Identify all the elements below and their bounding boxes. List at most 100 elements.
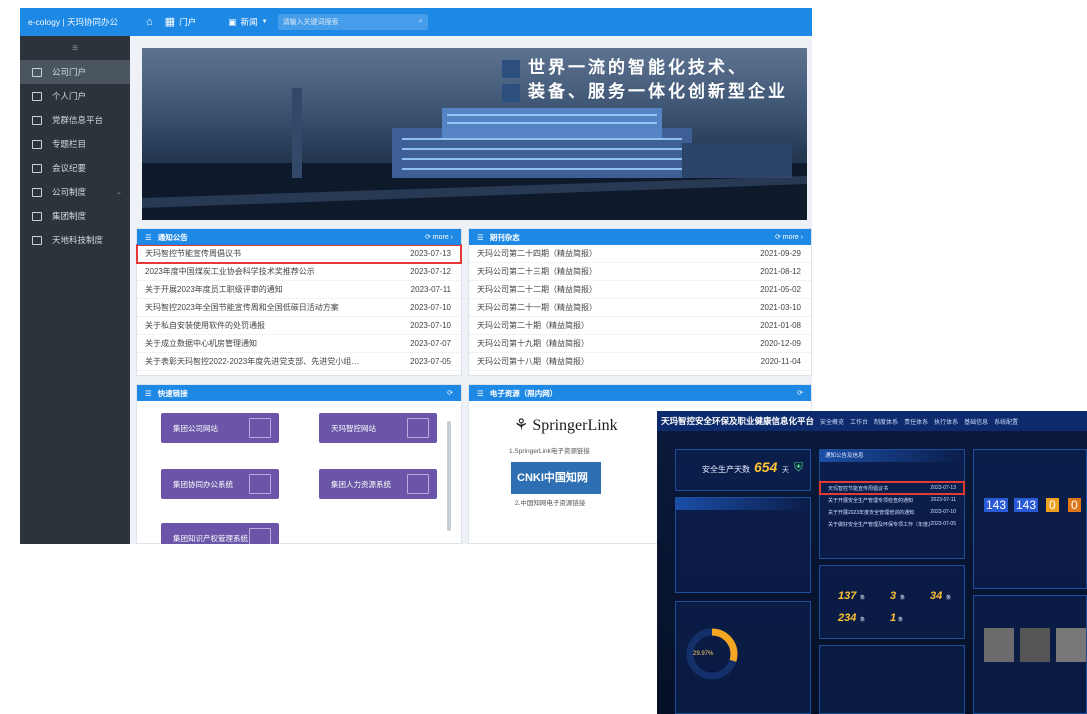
list-item[interactable]: 天玛智控节能宣传周倡议书 2023-07-13 bbox=[136, 244, 462, 264]
app-brand: e-cology | 天玛协同办公 bbox=[28, 17, 119, 27]
list-item[interactable]: 关于表彰天玛智控2022-2023年度先进党支部、先进党小组、优秀共产...20… bbox=[137, 353, 461, 371]
dash-notice-item[interactable]: 关于开展2023年度安全管理培训的通知 2023-07-10 bbox=[820, 506, 964, 518]
safety-dashboard-window: 天玛智控安全环保及职业健康信息化平台 安全概览 工作台 制度体系 责任体系 执行… bbox=[657, 411, 1087, 714]
ring-percent: 29.97% bbox=[693, 651, 714, 657]
menu-item[interactable]: 基础信息 bbox=[964, 417, 988, 426]
list-icon: ☰ bbox=[145, 388, 152, 398]
chevron-down-icon[interactable]: ⌄ bbox=[116, 188, 122, 196]
more-link[interactable]: ⟳ more › bbox=[775, 233, 803, 241]
stat-unit: 条 bbox=[898, 617, 904, 623]
menu-item[interactable]: 系统配置 bbox=[994, 417, 1018, 426]
list-item[interactable]: 2023年度中国煤炭工业协会科学技术奖推荐公示 2023-07-12 bbox=[137, 263, 461, 281]
panel-header: ☰ 期刊杂志 ⟳ more › bbox=[469, 229, 811, 245]
portal-icon bbox=[32, 91, 42, 101]
document-icon bbox=[407, 418, 429, 438]
stat-unit: 条 bbox=[860, 617, 866, 623]
stats-panel: 137 条 3 条 34 条 234 条 1 条 bbox=[819, 565, 965, 639]
menu-item[interactable]: 责任体系 bbox=[904, 417, 928, 426]
document-icon bbox=[249, 418, 271, 438]
scrollbar[interactable] bbox=[447, 421, 451, 531]
document-icon bbox=[249, 474, 271, 494]
panel-header: ☰ 通知公告 ⟳ more › bbox=[137, 229, 461, 245]
right-value: 143 bbox=[1014, 498, 1039, 512]
search-scope-icon: ▣ bbox=[228, 16, 237, 27]
springerlink-logo[interactable]: ⚘ SpringerLink bbox=[514, 415, 618, 435]
cnki-caption[interactable]: 2.中国知网电子资源链接 bbox=[515, 497, 585, 507]
quick-links-panel: ☰ 快速链接 ⟳ 集团公司网站 天玛智控网站 集团协同办公系统 集团人力资源系统 集… bbox=[136, 384, 462, 544]
home-icon[interactable]: ⌂ bbox=[146, 16, 153, 28]
menu-item[interactable]: 制度体系 bbox=[874, 417, 898, 426]
refresh-icon[interactable]: ⟳ bbox=[797, 389, 803, 397]
sidebar-item-company-rules[interactable]: 公司制度 ⌄ bbox=[20, 180, 130, 204]
dash-notice-item[interactable]: 关于做好安全生产管理及环保专项工作（年度总结）的通知2023-07-05 bbox=[820, 518, 964, 530]
cnki-logo[interactable]: CNKI中国知网 bbox=[511, 462, 601, 494]
quick-link-button[interactable]: 天玛智控网站 bbox=[319, 413, 437, 443]
document-icon bbox=[407, 474, 429, 494]
list-item[interactable]: 天玛公司第二十三期（精益简报） 2021-08-12 bbox=[469, 263, 811, 281]
ring-chart-panel: 29.97% bbox=[675, 601, 811, 714]
quick-link-button[interactable]: 集团知识产权管理系统 bbox=[161, 523, 279, 544]
right-value: 0 bbox=[1068, 498, 1081, 512]
menu-item[interactable]: 安全概览 bbox=[820, 417, 844, 426]
safe-days-panel: 安全生产天数 654 天 ⛨ bbox=[675, 449, 811, 491]
dash-notice-item[interactable]: 关于开展安全生产管理专项检查的通知 2023-07-11 bbox=[820, 494, 964, 506]
sidebar-toggle-icon[interactable]: ≡ bbox=[20, 36, 130, 60]
quick-link-button[interactable]: 集团协同办公系统 bbox=[161, 469, 279, 499]
sidebar-item-company-portal[interactable]: 公司门户 bbox=[20, 60, 130, 84]
top-navigation-bar: e-cology | 天玛协同办公 ⌂ ▦ 门户 ▣ 新闻 ▼ 请输入关键词搜索… bbox=[20, 8, 812, 36]
search-placeholder: 请输入关键词搜索 bbox=[282, 19, 339, 26]
dashboard-top-bar: 天玛智控安全环保及职业健康信息化平台 安全概览 工作台 制度体系 责任体系 执行… bbox=[657, 411, 1087, 431]
list-icon: ☰ bbox=[477, 232, 484, 242]
camera-panel bbox=[973, 595, 1087, 714]
sidebar-item-party-platform[interactable]: 党群信息平台 bbox=[20, 108, 130, 132]
list-item[interactable]: 关于私自安装使用软件的处罚通报 2023-07-10 bbox=[137, 317, 461, 335]
dash-notice-item[interactable]: 天玛智控节能宣传周倡议书 2023-07-13 bbox=[819, 481, 965, 495]
list-item[interactable]: 天玛公司第二十期（精益简报） 2021-01-08 bbox=[469, 317, 811, 335]
stat-unit: 条 bbox=[860, 595, 866, 601]
list-item[interactable]: 天玛公司第二十一期（精益简报） 2021-03-10 bbox=[469, 299, 811, 317]
menu-item[interactable]: 工作台 bbox=[850, 417, 868, 426]
panel-header: ☰ 快速链接 ⟳ bbox=[137, 385, 461, 401]
more-link[interactable]: ⟳ more › bbox=[425, 233, 453, 241]
stat-value: 234 bbox=[838, 612, 857, 624]
springerlink-caption[interactable]: 1.SpringerLink电子资源链接 bbox=[509, 445, 590, 455]
chevron-down-icon[interactable]: ▼ bbox=[262, 19, 268, 25]
list-item[interactable]: 关于开展2023年度员工职级评审的通知 2023-07-11 bbox=[137, 281, 461, 299]
safe-days-unit: 天 bbox=[782, 467, 789, 474]
grid-menu-icon[interactable]: ▦ bbox=[165, 16, 175, 28]
safe-days-label: 安全生产天数 bbox=[702, 465, 750, 474]
sidebar-item-special-column[interactable]: 专题栏目 bbox=[20, 132, 130, 156]
portal-icon bbox=[32, 67, 42, 77]
search-scope-select[interactable]: 新闻 bbox=[241, 16, 258, 28]
banner-slogan: 世界一流的智能化技术、 装备、服务一体化创新型企业 bbox=[502, 56, 788, 104]
dashboard-title: 天玛智控安全环保及职业健康信息化平台 bbox=[661, 416, 815, 426]
list-item[interactable]: 天玛公司第二十四期（精益简报） 2021-09-29 bbox=[469, 245, 811, 263]
quick-link-button[interactable]: 集团人力资源系统 bbox=[319, 469, 437, 499]
notice-info-panel: 通知公告及信息 天玛智控节能宣传周倡议书 2023-07-13 关于开展安全生产管… bbox=[819, 449, 965, 559]
camera-thumbnail[interactable] bbox=[984, 628, 1014, 662]
camera-thumbnail[interactable] bbox=[1020, 628, 1050, 662]
portal-menu[interactable]: 门户 bbox=[179, 16, 196, 28]
notice-panel: ☰ 通知公告 ⟳ more › 天玛智控节能宣传周倡议书 2023-07-13 202… bbox=[136, 228, 462, 376]
quick-link-button[interactable]: 集团公司网站 bbox=[161, 413, 279, 443]
stat-value: 3 bbox=[890, 590, 897, 602]
list-item[interactable]: 关于成立数据中心机房管理通知 2023-07-07 bbox=[137, 335, 461, 353]
safe-days-value: 654 bbox=[754, 459, 778, 475]
sidebar-item-group-rules[interactable]: 集团制度 bbox=[20, 204, 130, 228]
list-item[interactable]: 天玛智控2023年全国节能宣传周和全国低碳日活动方案 2023-07-10 bbox=[137, 299, 461, 317]
document-icon bbox=[249, 528, 271, 544]
stat-value: 34 bbox=[930, 590, 943, 602]
sidebar-item-meeting-minutes[interactable]: 会议纪要 bbox=[20, 156, 130, 180]
list-item[interactable]: 天玛公司第十九期（精益简报） 2020-12-09 bbox=[469, 335, 811, 353]
menu-item[interactable]: 执行体系 bbox=[934, 417, 958, 426]
portal-icon bbox=[32, 115, 42, 125]
search-icon[interactable]: ⌕ bbox=[419, 18, 423, 26]
refresh-icon[interactable]: ⟳ bbox=[447, 389, 453, 397]
sidebar-item-personal-portal[interactable]: 个人门户 bbox=[20, 84, 130, 108]
sidebar-item-tiandi-rules[interactable]: 天地科技制度 bbox=[20, 228, 130, 252]
list-item[interactable]: 天玛公司第十八期（精益简报） 2020-11-04 bbox=[469, 353, 811, 371]
search-input[interactable]: 请输入关键词搜索 ⌕ bbox=[277, 14, 428, 30]
camera-thumbnail[interactable] bbox=[1056, 628, 1086, 662]
journal-panel: ☰ 期刊杂志 ⟳ more › 天玛公司第二十四期（精益简报） 2021-09-29 … bbox=[468, 228, 812, 376]
list-item[interactable]: 天玛公司第二十二期（精益简报） 2021-05-02 bbox=[469, 281, 811, 299]
